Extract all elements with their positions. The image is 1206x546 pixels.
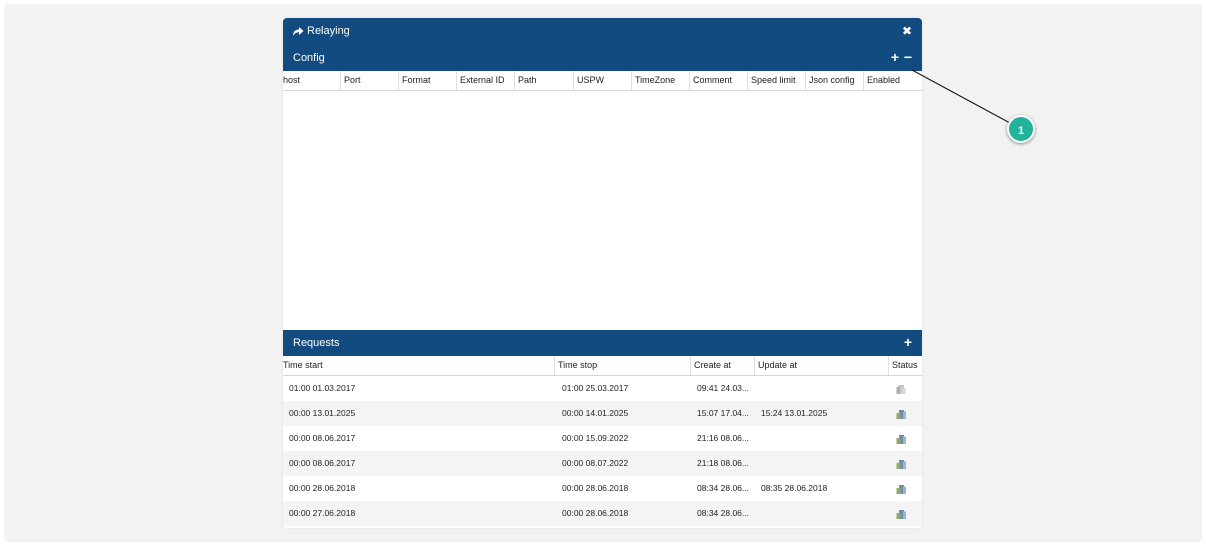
callout-leader-line	[911, 69, 1011, 124]
callout-badge: 1	[1007, 115, 1035, 143]
